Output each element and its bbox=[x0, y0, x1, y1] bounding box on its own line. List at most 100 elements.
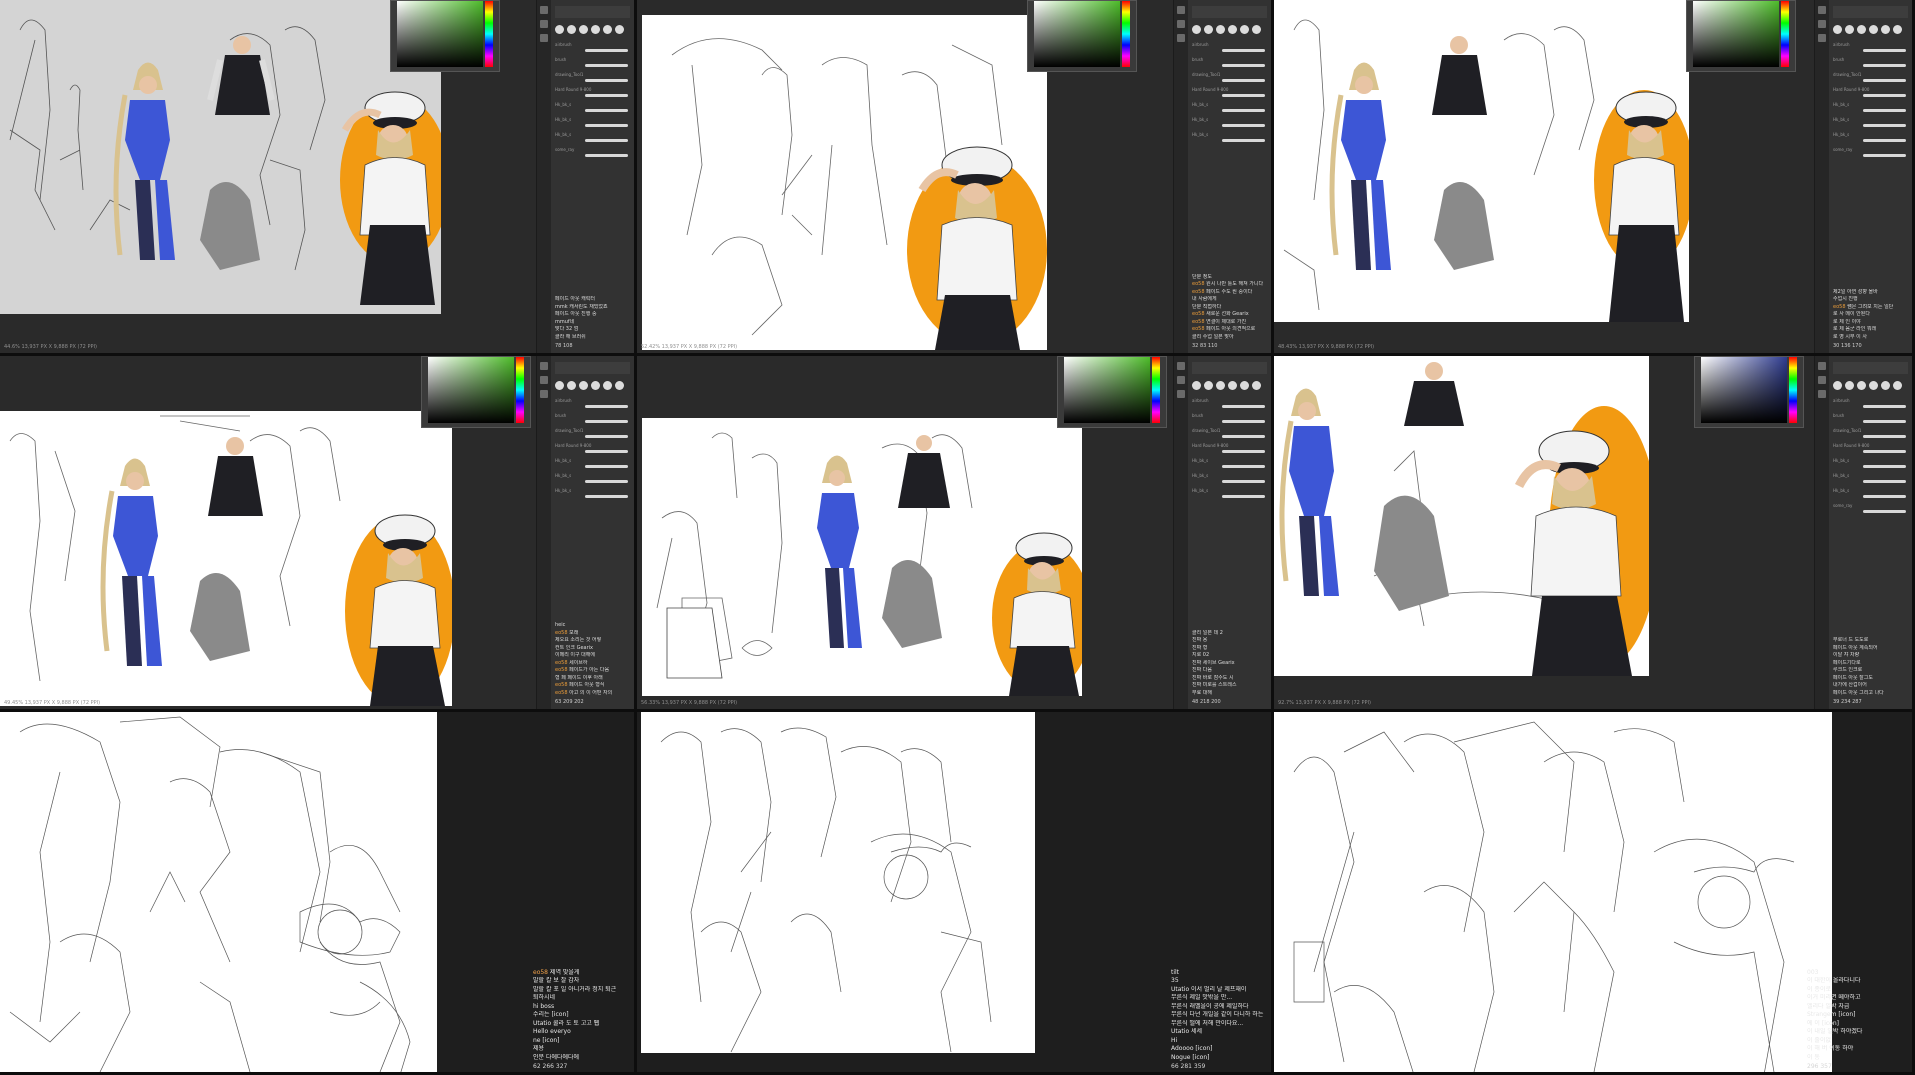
brush-row[interactable]: Hk_bk_s bbox=[1833, 117, 1908, 132]
brush-row[interactable]: Hk_bk_s bbox=[555, 488, 630, 503]
brush-row[interactable]: drawing_Tool1 bbox=[1833, 72, 1908, 87]
canvas-sheet[interactable] bbox=[1274, 0, 1689, 322]
color-picker-icon[interactable] bbox=[1177, 34, 1185, 42]
brush-row[interactable]: Hk_bk_s bbox=[1192, 117, 1267, 132]
brush-row[interactable]: airbrush bbox=[1833, 398, 1908, 413]
hue-slider[interactable] bbox=[516, 357, 524, 423]
brush-panel-tabs[interactable] bbox=[555, 362, 630, 374]
brush-row[interactable]: airbrush bbox=[1833, 42, 1908, 57]
brush-presets[interactable] bbox=[1833, 22, 1908, 38]
brush-row[interactable]: Hk_bk_s bbox=[1833, 458, 1908, 473]
brush-row[interactable]: Hard Round 9-800 bbox=[1192, 87, 1267, 102]
color-picker-icon[interactable] bbox=[1818, 34, 1826, 42]
color-field[interactable] bbox=[1693, 1, 1779, 67]
eraser-icon[interactable] bbox=[1177, 376, 1185, 384]
brush-list[interactable]: airbrush brush drawing_Tool1 Hard Round … bbox=[1192, 42, 1267, 147]
brush-row[interactable]: drawing_Tool1 bbox=[1833, 428, 1908, 443]
brush-panel-tabs[interactable] bbox=[1192, 6, 1267, 18]
color-picker-icon[interactable] bbox=[540, 390, 548, 398]
color-picker[interactable] bbox=[390, 0, 500, 72]
hue-slider[interactable] bbox=[485, 1, 493, 67]
brush-row[interactable]: some_ray bbox=[1833, 503, 1908, 518]
brush-panel-tabs[interactable] bbox=[1192, 362, 1267, 374]
brush-row[interactable]: Hk_bk_s bbox=[1833, 473, 1908, 488]
color-field[interactable] bbox=[1701, 357, 1787, 423]
brush-row[interactable]: Hk_bk_s bbox=[1192, 132, 1267, 147]
paintbrush-icon[interactable] bbox=[540, 362, 548, 370]
color-picker-icon[interactable] bbox=[1177, 390, 1185, 398]
brush-row[interactable]: brush bbox=[1833, 57, 1908, 72]
color-picker-icon[interactable] bbox=[540, 34, 548, 42]
canvas-sheet[interactable] bbox=[641, 712, 1035, 1053]
color-field[interactable] bbox=[1034, 1, 1120, 67]
paintbrush-icon[interactable] bbox=[1818, 6, 1826, 14]
brush-row[interactable]: Hk_bk_s bbox=[1833, 488, 1908, 503]
paintbrush-icon[interactable] bbox=[1177, 6, 1185, 14]
brush-presets[interactable] bbox=[555, 22, 630, 38]
color-picker-icon[interactable] bbox=[1818, 390, 1826, 398]
brush-list[interactable]: airbrush brush drawing_Tool1 Hard Round … bbox=[1833, 42, 1908, 162]
brush-row[interactable]: drawing_Tool1 bbox=[555, 428, 630, 443]
color-picker[interactable] bbox=[1694, 356, 1804, 428]
brush-row[interactable]: airbrush bbox=[555, 42, 630, 57]
eraser-icon[interactable] bbox=[1818, 20, 1826, 28]
eraser-icon[interactable] bbox=[1177, 20, 1185, 28]
brush-panel-tabs[interactable] bbox=[1833, 6, 1908, 18]
canvas-sheet[interactable] bbox=[0, 712, 437, 1072]
hue-slider[interactable] bbox=[1789, 357, 1797, 423]
brush-row[interactable]: Hk_bk_s bbox=[1192, 473, 1267, 488]
color-field[interactable] bbox=[428, 357, 514, 423]
brush-row[interactable]: brush bbox=[555, 57, 630, 72]
canvas-sheet[interactable] bbox=[1274, 712, 1832, 1072]
hue-slider[interactable] bbox=[1122, 1, 1130, 67]
brush-list[interactable]: airbrush brush drawing_Tool1 Hard Round … bbox=[555, 398, 630, 503]
brush-row[interactable]: Hk_bk_s bbox=[1192, 458, 1267, 473]
brush-row[interactable]: Hard Round 9-800 bbox=[555, 87, 630, 102]
brush-row[interactable]: Hk_bk_s bbox=[555, 473, 630, 488]
brush-row[interactable]: Hk_bk_s bbox=[555, 132, 630, 147]
brush-row[interactable]: brush bbox=[1192, 57, 1267, 72]
brush-row[interactable]: Hard Round 9-800 bbox=[1192, 443, 1267, 458]
brush-row[interactable]: some_ray bbox=[555, 147, 630, 162]
brush-row[interactable]: drawing_Tool1 bbox=[1192, 428, 1267, 443]
hue-slider[interactable] bbox=[1152, 357, 1160, 423]
brush-row[interactable]: brush bbox=[555, 413, 630, 428]
brush-row[interactable]: airbrush bbox=[555, 398, 630, 413]
hue-slider[interactable] bbox=[1781, 1, 1789, 67]
brush-presets[interactable] bbox=[555, 378, 630, 394]
color-picker[interactable] bbox=[1686, 0, 1796, 72]
brush-list[interactable]: airbrush brush drawing_Tool1 Hard Round … bbox=[555, 42, 630, 162]
canvas-sheet[interactable] bbox=[642, 15, 1047, 350]
brush-row[interactable]: some_ray bbox=[1833, 147, 1908, 162]
brush-panel-tabs[interactable] bbox=[1833, 362, 1908, 374]
brush-row[interactable]: Hk_bk_s bbox=[1833, 102, 1908, 117]
brush-list[interactable]: airbrush brush drawing_Tool1 Hard Round … bbox=[1192, 398, 1267, 503]
brush-row[interactable]: Hk_bk_s bbox=[555, 458, 630, 473]
eraser-icon[interactable] bbox=[540, 20, 548, 28]
brush-row[interactable]: Hk_bk_s bbox=[555, 102, 630, 117]
canvas-sheet[interactable] bbox=[0, 0, 441, 314]
color-field[interactable] bbox=[1064, 357, 1150, 423]
eraser-icon[interactable] bbox=[540, 376, 548, 384]
brush-row[interactable]: Hard Round 9-800 bbox=[1833, 443, 1908, 458]
brush-row[interactable]: brush bbox=[1192, 413, 1267, 428]
brush-row[interactable]: airbrush bbox=[1192, 398, 1267, 413]
brush-row[interactable]: drawing_Tool1 bbox=[1192, 72, 1267, 87]
brush-panel-tabs[interactable] bbox=[555, 6, 630, 18]
canvas-sheet[interactable] bbox=[0, 411, 452, 706]
color-picker[interactable] bbox=[1027, 0, 1137, 72]
color-field[interactable] bbox=[397, 1, 483, 67]
color-picker[interactable] bbox=[421, 356, 531, 428]
brush-presets[interactable] bbox=[1833, 378, 1908, 394]
canvas-sheet[interactable] bbox=[1274, 356, 1649, 676]
paintbrush-icon[interactable] bbox=[1177, 362, 1185, 370]
eraser-icon[interactable] bbox=[1818, 376, 1826, 384]
brush-row[interactable]: Hk_bk_s bbox=[1192, 488, 1267, 503]
brush-row[interactable]: Hk_bk_s bbox=[555, 117, 630, 132]
brush-row[interactable]: Hard Round 9-800 bbox=[555, 443, 630, 458]
brush-row[interactable]: Hk_bk_s bbox=[1192, 102, 1267, 117]
brush-presets[interactable] bbox=[1192, 378, 1267, 394]
brush-row[interactable]: airbrush bbox=[1192, 42, 1267, 57]
brush-row[interactable]: drawing_Tool1 bbox=[555, 72, 630, 87]
brush-row[interactable]: Hk_bk_s bbox=[1833, 132, 1908, 147]
